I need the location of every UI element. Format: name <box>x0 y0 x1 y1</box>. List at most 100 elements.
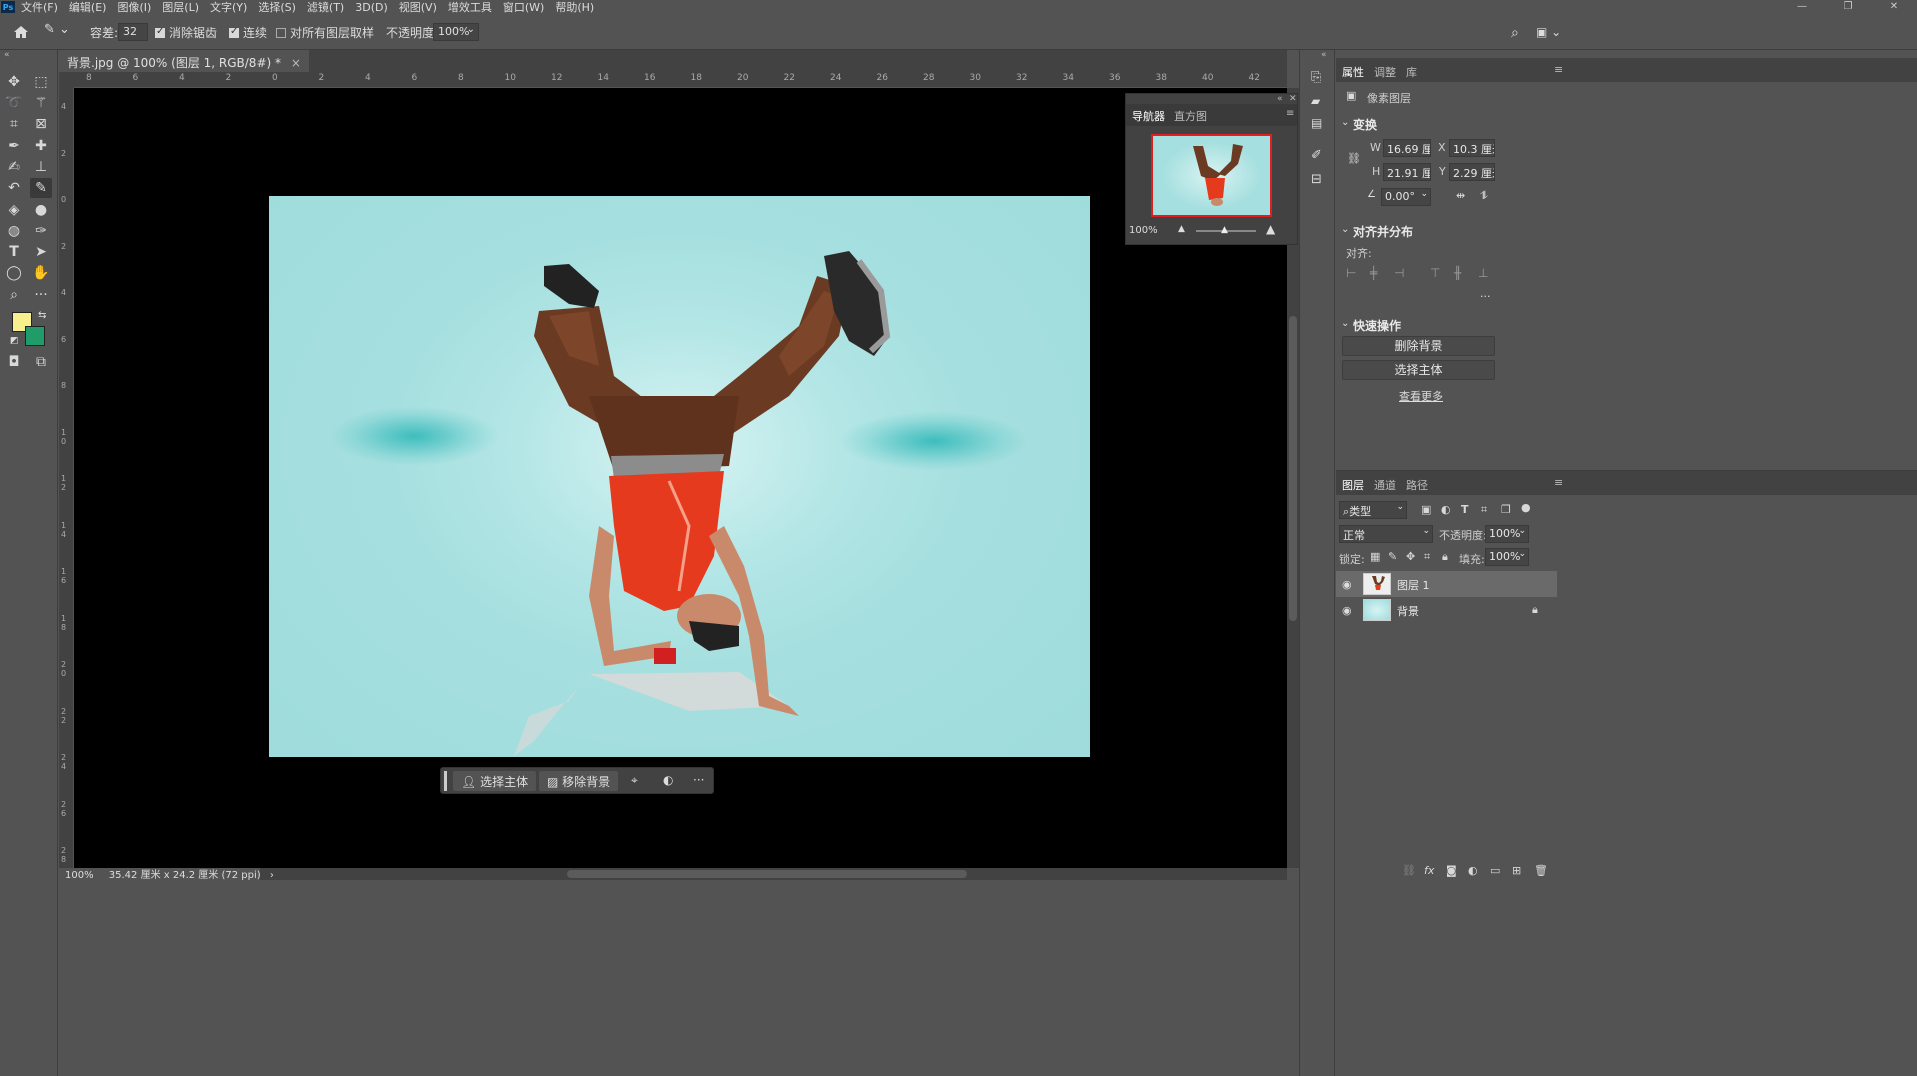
new-group-icon[interactable]: ▭ <box>1490 864 1500 877</box>
menu-file[interactable]: 文件(F) <box>21 0 58 15</box>
y-input[interactable]: 2.29 厘米 <box>1449 163 1495 181</box>
collapse-strip-icon[interactable]: « <box>1321 50 1327 60</box>
minimize-button[interactable]: — <box>1779 0 1825 14</box>
layer-name[interactable]: 图层 1 <box>1397 577 1430 593</box>
align-middle-v-icon[interactable]: ╫ <box>1454 266 1461 280</box>
zoom-tool-icon[interactable]: ⌕ <box>3 285 25 305</box>
workspace-icon[interactable]: ▣ ⌄ <box>1536 25 1561 39</box>
brush-tool-icon[interactable]: ✍ <box>3 157 25 177</box>
more-tools-icon[interactable]: ··· <box>30 285 52 305</box>
document-tab[interactable]: 背景.jpg @ 100% (图层 1, RGB/8#) * × <box>59 50 309 72</box>
tab-navigator[interactable]: 导航器 <box>1132 108 1165 124</box>
blend-mode-select[interactable]: 正常 ⌄ <box>1339 525 1433 543</box>
swap-colors-icon[interactable]: ⇆ <box>38 310 46 321</box>
menu-filter[interactable]: 滤镜(T) <box>307 0 344 15</box>
menu-image[interactable]: 图像(I) <box>117 0 151 15</box>
history-brush-tool-icon[interactable]: ↶ <box>3 178 25 198</box>
menu-3d[interactable]: 3D(D) <box>355 1 388 14</box>
transform-icon[interactable]: ⌖ <box>631 773 638 788</box>
hand-tool-icon[interactable]: ✋ <box>30 263 52 283</box>
align-left-icon[interactable]: ⊢ <box>1346 266 1356 280</box>
tab-adjustments[interactable]: 调整 <box>1374 64 1396 80</box>
magic-wand-tool-icon[interactable]: ⚚ <box>30 93 52 113</box>
lock-all-icon[interactable]: 🔒︎ <box>1442 550 1448 564</box>
new-layer-icon[interactable]: ⊞ <box>1512 864 1521 877</box>
canvas-area[interactable] <box>74 88 1287 868</box>
brush-settings-icon[interactable]: ✐ <box>1311 148 1322 163</box>
width-input[interactable]: 16.69 厘米 <box>1383 139 1431 157</box>
sample-all-layers-checkbox[interactable]: 对所有图层取样 <box>276 24 374 41</box>
collapse-panel-icon[interactable]: « <box>1277 94 1283 104</box>
artwork-image[interactable] <box>269 196 1090 757</box>
opacity-input[interactable]: 100% ⌄ <box>433 23 479 41</box>
tab-channels[interactable]: 通道 <box>1374 477 1396 493</box>
layer-opacity-input[interactable]: 100% ⌄ <box>1485 525 1529 543</box>
tab-libraries[interactable]: 库 <box>1406 64 1417 80</box>
lasso-tool-icon[interactable]: ➰ <box>3 93 25 113</box>
zoom-in-icon[interactable]: ▲ <box>1266 222 1275 236</box>
tab-properties[interactable]: 属性 <box>1342 64 1364 80</box>
horizontal-scrollbar[interactable] <box>260 868 1287 880</box>
navigator-zoom-value[interactable]: 100% <box>1129 225 1158 236</box>
chevron-down-icon[interactable]: ⌄ <box>1341 318 1349 329</box>
align-right-icon[interactable]: ⊣ <box>1394 266 1404 280</box>
filter-adjustment-icon[interactable]: ◐ <box>1441 503 1451 516</box>
panel-menu-icon[interactable]: ≡ <box>1554 63 1563 76</box>
align-center-h-icon[interactable]: ╪ <box>1370 266 1377 280</box>
stamp-tool-icon[interactable]: ⊥ <box>30 157 52 177</box>
tab-paths[interactable]: 路径 <box>1406 477 1428 493</box>
x-input[interactable]: 10.3 厘米 <box>1449 139 1495 157</box>
close-panel-icon[interactable]: ✕ <box>1289 94 1297 104</box>
tab-histogram[interactable]: 直方图 <box>1174 108 1207 124</box>
lock-artboard-icon[interactable]: ⌗ <box>1424 550 1430 564</box>
status-zoom[interactable]: 100% <box>65 870 94 881</box>
actions-icon[interactable]: ▰ <box>1311 94 1320 108</box>
menu-window[interactable]: 窗口(W) <box>503 0 544 15</box>
quick-mask-icon[interactable]: ◘ <box>3 352 25 372</box>
ellipse-tool-icon[interactable]: ◯ <box>3 263 25 283</box>
path-selection-tool-icon[interactable]: ➤ <box>30 242 52 262</box>
scrollbar-thumb[interactable] <box>1289 316 1297 621</box>
menu-plugins[interactable]: 增效工具 <box>448 0 492 15</box>
menu-edit[interactable]: 编辑(E) <box>69 0 107 15</box>
contiguous-checkbox[interactable]: 连续 <box>229 24 267 41</box>
chevron-right-icon[interactable]: › <box>270 870 274 881</box>
chevron-down-icon[interactable]: ⌄ <box>1341 224 1349 235</box>
filter-pixel-icon[interactable]: ▣ <box>1421 503 1431 516</box>
default-colors-icon[interactable]: ◩ <box>10 336 19 346</box>
zoom-slider-handle[interactable]: ▲ <box>1221 225 1228 235</box>
menu-view[interactable]: 视图(V) <box>399 0 437 15</box>
comments-icon[interactable]: ▤ <box>1311 116 1322 130</box>
restore-button[interactable]: ❐ <box>1825 0 1871 14</box>
zoom-out-icon[interactable]: ▲ <box>1178 224 1185 234</box>
remove-background-button[interactable]: ▨ 移除背景 <box>539 771 619 791</box>
filter-type-icon[interactable]: T <box>1461 503 1469 516</box>
align-top-icon[interactable]: ⊤ <box>1430 266 1440 280</box>
layer-filter-select[interactable]: ⌕类型 ⌄ <box>1339 501 1407 519</box>
select-subject-button[interactable]: 选择主体 <box>1342 360 1495 380</box>
see-more-link[interactable]: 查看更多 <box>1399 388 1443 404</box>
drag-handle[interactable] <box>444 771 447 791</box>
chevron-down-icon[interactable]: ⌄ <box>1341 117 1349 128</box>
eyedropper-tool-icon[interactable]: ✒ <box>3 136 25 156</box>
eye-icon[interactable]: ◉ <box>1342 604 1352 617</box>
menu-help[interactable]: 帮助(H) <box>555 0 594 15</box>
adjustment-layer-icon[interactable]: ◐ <box>1468 864 1478 877</box>
home-icon[interactable] <box>12 23 30 41</box>
more-options-icon[interactable]: ··· <box>693 773 704 787</box>
height-input[interactable]: 21.91 厘米 <box>1383 163 1431 181</box>
search-icon[interactable]: ⌕ <box>1511 25 1519 41</box>
align-bottom-icon[interactable]: ⊥ <box>1478 266 1488 280</box>
tab-layers[interactable]: 图层 <box>1342 477 1364 493</box>
lock-image-icon[interactable]: ✎ <box>1388 550 1397 563</box>
layer-name[interactable]: 背景 <box>1397 603 1419 619</box>
sponge-tool-icon[interactable]: ◍ <box>3 221 25 241</box>
panel-menu-icon[interactable]: ≡ <box>1554 476 1563 489</box>
type-tool-icon[interactable]: T <box>3 242 25 262</box>
panel-menu-icon[interactable]: ≡ <box>1286 108 1294 119</box>
flip-vertical-icon[interactable]: ⥮ <box>1480 189 1488 203</box>
select-subject-button[interactable]: 👤︎ 选择主体 <box>453 771 537 791</box>
layer-row-layer1[interactable]: ◉ 图层 1 <box>1336 571 1557 597</box>
pen-tool-icon[interactable]: ✑ <box>30 221 52 241</box>
layer-row-background[interactable]: ◉ 背景 🔒︎ <box>1336 597 1557 623</box>
